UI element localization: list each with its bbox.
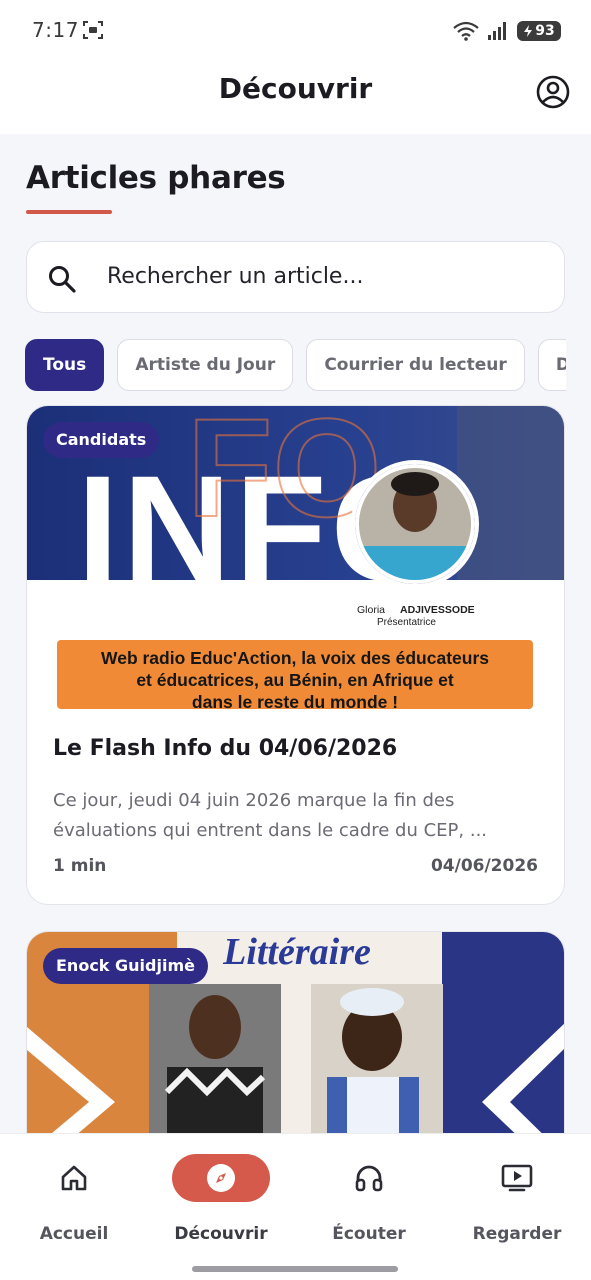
banner-line-2: et éducatrices, au Bénin, en Afrique et [136,670,454,690]
bottom-navigation: Accueil Découvrir Écouter Regarder [0,1134,591,1280]
article-tag: Enock Guidjimè [43,948,208,984]
nav-decouvrir[interactable]: Découvrir [151,1154,291,1254]
bolt-icon [524,25,533,37]
search-placeholder: Rechercher un article... [107,264,364,289]
article-card[interactable]: INFO FO Gloria ADJIVESSODE Présentatrice… [26,405,565,905]
screen-record-icon [83,21,103,39]
nav-label: Découvrir [174,1224,268,1244]
article-date: 04/06/2026 [430,856,538,876]
image-heading: Littéraire [222,932,371,973]
nav-regarder[interactable]: Regarder [447,1154,587,1254]
section-underline [26,210,112,214]
chip-dialogue[interactable]: Dialo [537,339,566,391]
presenter-role: Présentatrice [377,617,436,628]
signal-icon [488,22,506,40]
chip-artiste-du-jour[interactable]: Artiste du Jour [117,339,294,391]
chip-tous[interactable]: Tous [25,339,105,391]
page-title: Découvrir [218,72,373,105]
banner-line-3: dans le reste du monde ! [192,692,398,709]
article-tag: Candidats [43,422,160,458]
chip-courrier-du-lecteur[interactable]: Courrier du lecteur [306,339,525,391]
home-indicator[interactable] [192,1266,398,1272]
app-bar: Découvrir [0,62,591,134]
article-read-time: 1 min [53,856,107,876]
search-icon [49,266,76,293]
search-input[interactable]: Rechercher un article... [26,241,565,313]
article-title: Le Flash Info du 04/06/2026 [53,736,398,761]
compass-icon [207,1164,235,1192]
status-time: 7:17 [32,18,79,42]
wifi-icon [453,21,479,41]
presenter-last-name: ADJIVESSODE [400,604,475,616]
home-icon [61,1165,87,1191]
nav-accueil[interactable]: Accueil [4,1154,144,1254]
category-chips: Tous Artiste du Jour Courrier du lecteur… [25,339,566,393]
nav-label: Regarder [472,1224,562,1244]
section-title: Articles phares [26,160,286,196]
presenter-first-name: Gloria [357,604,385,616]
profile-icon[interactable] [535,74,571,110]
status-bar: 7:17 93 [0,0,591,62]
battery-level: 93 [535,23,555,39]
article-excerpt: Ce jour, jeudi 04 juin 2026 marque la fi… [53,790,488,841]
banner-line-1: Web radio Educ'Action, la voix des éduca… [101,648,489,668]
nav-label: Écouter [332,1224,406,1244]
nav-ecouter[interactable]: Écouter [299,1154,439,1254]
status-icons: 93 [453,20,561,42]
headphones-icon [355,1165,383,1192]
play-screen-icon [501,1164,533,1192]
battery-indicator: 93 [517,21,561,41]
nav-label: Accueil [39,1224,109,1244]
